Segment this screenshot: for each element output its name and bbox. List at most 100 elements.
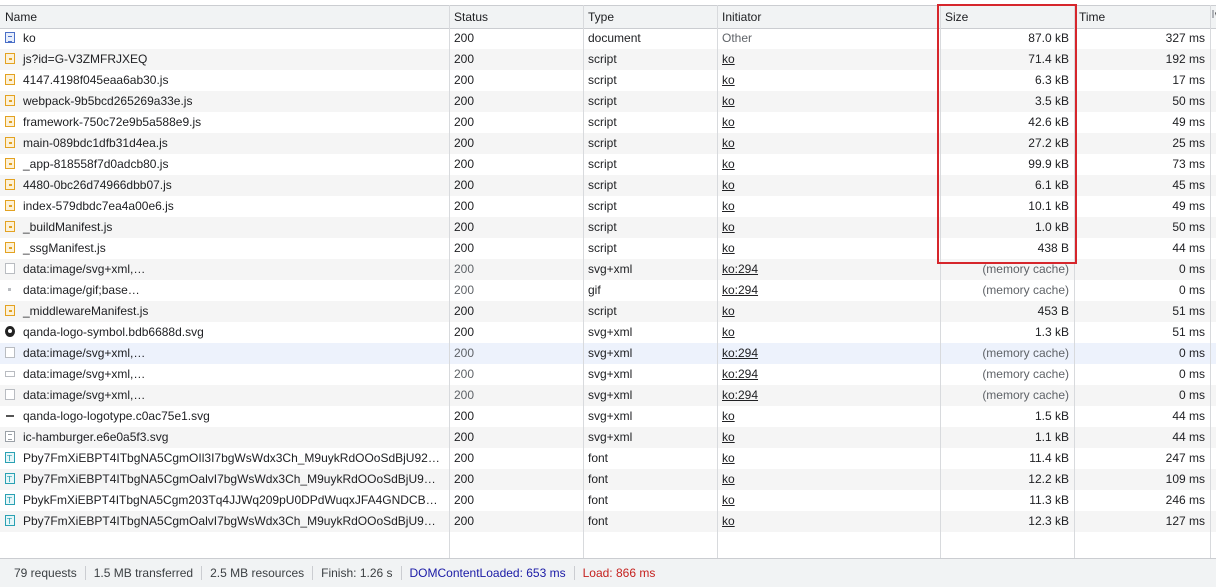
request-name[interactable]: 4480-0bc26d74966dbb07.js bbox=[0, 175, 449, 196]
request-initiator[interactable]: ko bbox=[717, 196, 940, 217]
request-initiator[interactable]: ko:294 bbox=[717, 280, 940, 301]
font-icon bbox=[5, 511, 15, 532]
request-initiator[interactable]: ko bbox=[717, 238, 940, 259]
request-initiator-text: ko bbox=[722, 451, 735, 465]
request-name[interactable]: qanda-logo-symbol.bdb6688d.svg bbox=[0, 322, 449, 343]
request-name[interactable]: ko bbox=[0, 28, 449, 49]
request-name[interactable]: _ssgManifest.js bbox=[0, 238, 449, 259]
request-name[interactable]: _middlewareManifest.js bbox=[0, 301, 449, 322]
column-header-size[interactable]: Size bbox=[940, 6, 1074, 28]
request-name[interactable]: index-579dbdc7ea4a00e6.js bbox=[0, 196, 449, 217]
column-header-name[interactable]: Name bbox=[0, 6, 449, 28]
request-initiator[interactable]: ko bbox=[717, 112, 940, 133]
table-row[interactable]: data:image/svg+xml,… 200 svg+xml ko:294 (mem… bbox=[0, 385, 1216, 406]
table-row[interactable]: Pby7FmXiEBPT4ITbgNA5CgmOalvI7bgWsWdx3Ch_… bbox=[0, 511, 1216, 532]
request-name[interactable]: qanda-logo-logotype.c0ac75e1.svg bbox=[0, 406, 449, 427]
request-size: 6.3 kB bbox=[940, 70, 1074, 91]
column-header-time[interactable]: Time bbox=[1074, 6, 1210, 28]
table-row[interactable]: Pby7FmXiEBPT4ITbgNA5CgmOIl3I7bgWsWdx3Ch_… bbox=[0, 448, 1216, 469]
request-name[interactable]: 4147.4198f045eaa6ab30.js bbox=[0, 70, 449, 91]
script-icon bbox=[5, 137, 15, 149]
table-row[interactable]: data:image/gif;base… 200 gif ko:294 (memory … bbox=[0, 280, 1216, 301]
table-row[interactable]: data:image/svg+xml,… 200 svg+xml ko:294 (mem… bbox=[0, 343, 1216, 364]
request-name[interactable]: main-089bdc1dfb31d4ea.js bbox=[0, 133, 449, 154]
request-size: 27.2 kB bbox=[940, 133, 1074, 154]
table-row[interactable]: ko 200 document Other 87.0 kB 327 ms bbox=[0, 28, 1216, 49]
table-row[interactable]: data:image/svg+xml,… 200 svg+xml ko:294 (mem… bbox=[0, 259, 1216, 280]
request-initiator[interactable]: ko bbox=[717, 427, 940, 448]
table-row[interactable]: main-089bdc1dfb31d4ea.js 200 script ko 27.2 … bbox=[0, 133, 1216, 154]
request-name[interactable]: data:image/svg+xml,… bbox=[0, 343, 449, 364]
table-row[interactable]: _app-818558f7d0adcb80.js 200 script ko 99.9 … bbox=[0, 154, 1216, 175]
request-initiator[interactable]: ko:294 bbox=[717, 385, 940, 406]
script-icon bbox=[5, 221, 15, 233]
request-name[interactable]: _app-818558f7d0adcb80.js bbox=[0, 154, 449, 175]
request-name[interactable]: _buildManifest.js bbox=[0, 217, 449, 238]
table-row[interactable]: PbykFmXiEBPT4ITbgNA5Cgm203Tq4JJWq209pU0D… bbox=[0, 490, 1216, 511]
request-initiator[interactable]: ko bbox=[717, 469, 940, 490]
table-row[interactable]: webpack-9b5bcd265269a33e.js 200 script ko 3.… bbox=[0, 91, 1216, 112]
request-initiator[interactable]: ko:294 bbox=[717, 343, 940, 364]
request-name[interactable]: webpack-9b5bcd265269a33e.js bbox=[0, 91, 449, 112]
request-status: 200 bbox=[449, 301, 583, 322]
table-row[interactable]: ic-hamburger.e6e0a5f3.svg 200 svg+xml ko 1.1… bbox=[0, 427, 1216, 448]
request-initiator[interactable]: ko bbox=[717, 49, 940, 70]
table-row[interactable]: 4147.4198f045eaa6ab30.js 200 script ko 6.3 k… bbox=[0, 70, 1216, 91]
table-row[interactable]: framework-750c72e9b5a588e9.js 200 script ko… bbox=[0, 112, 1216, 133]
request-name[interactable]: data:image/gif;base… bbox=[0, 280, 449, 301]
column-divider[interactable] bbox=[1074, 5, 1075, 558]
column-header-initiator[interactable]: Initiator bbox=[717, 6, 940, 28]
column-divider[interactable] bbox=[940, 5, 941, 558]
request-initiator[interactable]: ko bbox=[717, 70, 940, 91]
request-size: 1.0 kB bbox=[940, 217, 1074, 238]
table-row[interactable]: _buildManifest.js 200 script ko 1.0 kB 50 ms bbox=[0, 217, 1216, 238]
table-row[interactable]: qanda-logo-logotype.c0ac75e1.svg 200 svg+x… bbox=[0, 406, 1216, 427]
request-size-text: 27.2 kB bbox=[1028, 136, 1069, 150]
request-status-text: 200 bbox=[454, 409, 475, 423]
request-initiator[interactable]: ko bbox=[717, 322, 940, 343]
table-row[interactable]: index-579dbdc7ea4a00e6.js 200 script ko 10.1… bbox=[0, 196, 1216, 217]
request-name[interactable]: Pby7FmXiEBPT4ITbgNA5CgmOalvI7bgWsWdx3Ch_… bbox=[0, 469, 449, 490]
request-initiator[interactable]: ko bbox=[717, 133, 940, 154]
request-name[interactable]: framework-750c72e9b5a588e9.js bbox=[0, 112, 449, 133]
request-name[interactable]: PbykFmXiEBPT4ITbgNA5Cgm203Tq4JJWq209pU0D… bbox=[0, 490, 449, 511]
request-name[interactable]: ic-hamburger.e6e0a5f3.svg bbox=[0, 427, 449, 448]
request-name[interactable]: Pby7FmXiEBPT4ITbgNA5CgmOIl3I7bgWsWdx3Ch_… bbox=[0, 448, 449, 469]
request-name[interactable]: data:image/svg+xml,… bbox=[0, 364, 449, 385]
request-time: 0 ms bbox=[1074, 259, 1210, 280]
column-divider[interactable] bbox=[449, 5, 450, 558]
request-initiator[interactable]: ko bbox=[717, 154, 940, 175]
table-row[interactable]: _ssgManifest.js 200 script ko 438 B 44 ms bbox=[0, 238, 1216, 259]
request-initiator[interactable]: ko:294 bbox=[717, 364, 940, 385]
request-initiator[interactable]: ko bbox=[717, 301, 940, 322]
column-header-type[interactable]: Type bbox=[583, 6, 717, 28]
request-initiator-text: ko bbox=[722, 199, 735, 213]
request-name[interactable]: data:image/svg+xml,… bbox=[0, 259, 449, 280]
request-name[interactable]: Pby7FmXiEBPT4ITbgNA5CgmOalvI7bgWsWdx3Ch_… bbox=[0, 511, 449, 532]
table-row[interactable]: _middlewareManifest.js 200 script ko 453 B 51… bbox=[0, 301, 1216, 322]
column-divider[interactable] bbox=[717, 5, 718, 558]
column-header-status[interactable]: Status bbox=[449, 6, 583, 28]
request-initiator[interactable]: ko bbox=[717, 91, 940, 112]
request-initiator[interactable]: ko bbox=[717, 511, 940, 532]
request-status-text: 200 bbox=[454, 493, 475, 507]
request-initiator[interactable]: ko bbox=[717, 406, 940, 427]
table-row[interactable]: qanda-logo-symbol.bdb6688d.svg 200 svg+xml… bbox=[0, 322, 1216, 343]
request-name[interactable]: js?id=G-V3ZMFRJXEQ bbox=[0, 49, 449, 70]
request-time-text: 50 ms bbox=[1172, 94, 1205, 108]
request-type: svg+xml bbox=[583, 406, 717, 427]
table-row[interactable]: data:image/svg+xml,… 200 svg+xml ko:294 (mem… bbox=[0, 364, 1216, 385]
request-initiator[interactable]: ko:294 bbox=[717, 259, 940, 280]
request-initiator[interactable]: ko bbox=[717, 217, 940, 238]
table-row[interactable]: js?id=G-V3ZMFRJXEQ 200 script ko 71.4 kB 192 … bbox=[0, 49, 1216, 70]
column-divider[interactable] bbox=[1210, 5, 1211, 558]
request-name[interactable]: data:image/svg+xml,… bbox=[0, 385, 449, 406]
column-divider[interactable] bbox=[583, 5, 584, 558]
table-row[interactable]: Pby7FmXiEBPT4ITbgNA5CgmOalvI7bgWsWdx3Ch_… bbox=[0, 469, 1216, 490]
request-size: (memory cache) bbox=[940, 364, 1074, 385]
scrollbar-thumb[interactable] bbox=[1212, 10, 1214, 18]
request-initiator[interactable]: ko bbox=[717, 490, 940, 511]
table-row[interactable]: 4480-0bc26d74966dbb07.js 200 script ko 6.1 k… bbox=[0, 175, 1216, 196]
request-initiator[interactable]: ko bbox=[717, 448, 940, 469]
request-initiator[interactable]: ko bbox=[717, 175, 940, 196]
